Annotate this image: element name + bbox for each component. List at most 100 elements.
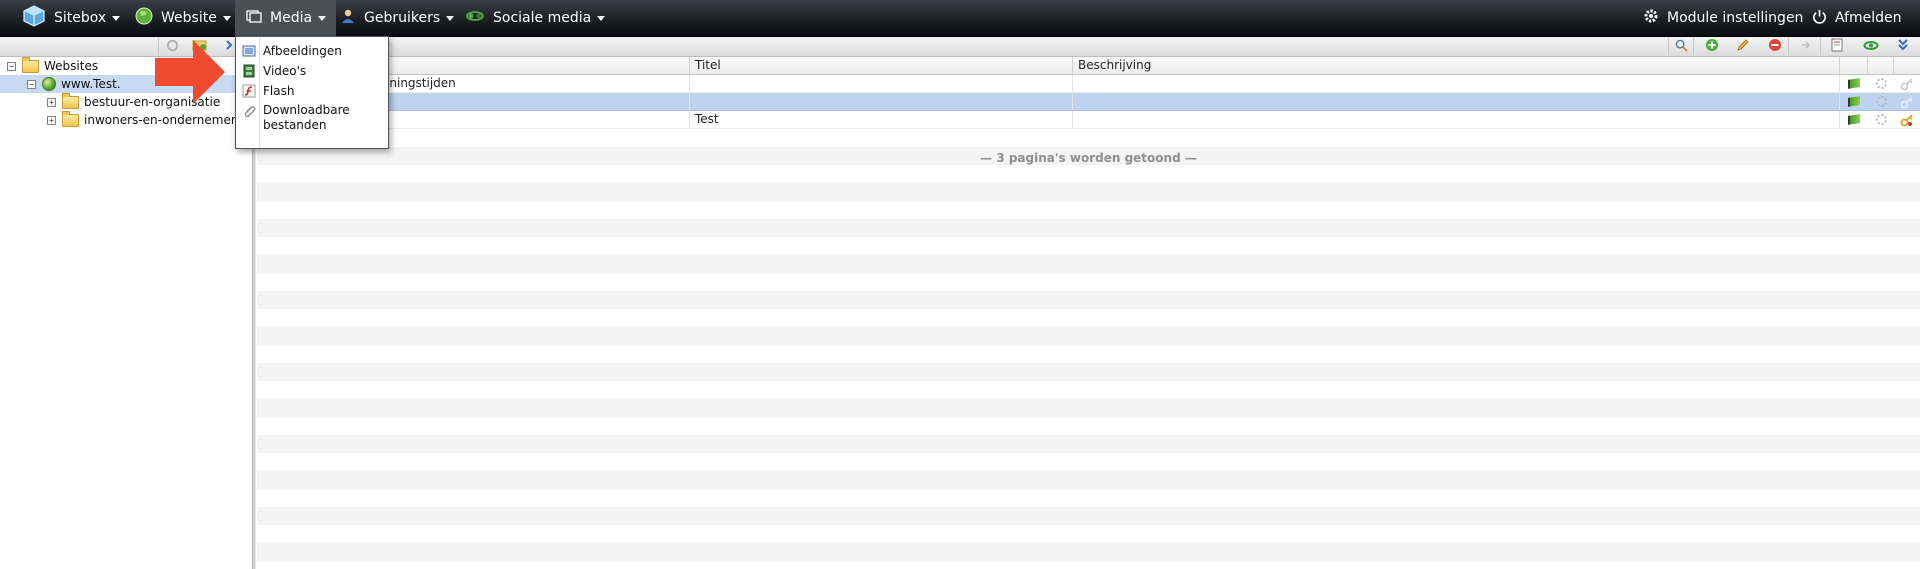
collapse-icon[interactable]: −	[7, 61, 16, 71]
key-icon[interactable]	[1899, 94, 1915, 109]
media-icon	[246, 8, 262, 28]
nav-sociale-media[interactable]: Sociale media	[465, 0, 606, 36]
menu-item-videos[interactable]: Video's	[236, 61, 388, 81]
image-icon	[242, 44, 256, 58]
folder-icon	[22, 56, 39, 73]
cell-description	[1073, 111, 1840, 128]
chevron-down-icon	[318, 15, 327, 21]
menu-item-afbeeldingen[interactable]: Afbeeldingen	[236, 41, 388, 61]
nav-gebruikers-label: Gebruikers	[364, 10, 441, 26]
film-icon	[242, 64, 256, 78]
publish-flag-icon[interactable]	[1846, 94, 1862, 109]
settings-gear-icon[interactable]	[1873, 112, 1889, 127]
key-icon[interactable]	[1899, 76, 1915, 91]
table-row[interactable]: Test	[257, 111, 1920, 129]
publish-flag-icon[interactable]	[1846, 76, 1862, 91]
power-icon	[1812, 9, 1827, 28]
tree-item-label: Websites	[44, 59, 99, 73]
expand-icon[interactable]: +	[47, 115, 56, 125]
menu-item-label: Video's	[263, 64, 307, 78]
collapse-icon[interactable]: −	[27, 79, 36, 89]
column-header-action	[1868, 57, 1894, 74]
chevron-down-icon	[112, 15, 121, 21]
add-page-button[interactable]	[1703, 38, 1721, 55]
nav-gebruikers[interactable]: Gebruikers	[340, 0, 455, 36]
nav-website[interactable]: Website	[135, 0, 231, 36]
column-header-action	[1840, 57, 1868, 74]
settings-gear-icon[interactable]	[1873, 76, 1889, 91]
expand-icon[interactable]: +	[47, 97, 56, 107]
toolbar-divider	[1693, 38, 1694, 55]
globe-icon	[135, 7, 153, 29]
nav-sitebox-label: Sitebox	[54, 10, 107, 26]
menu-item-label: Afbeeldingen	[263, 44, 342, 58]
double-chevron-down-icon	[1897, 38, 1909, 55]
table-row[interactable]	[257, 93, 1920, 111]
cell-description	[1073, 93, 1840, 110]
table-row[interactable]: eningstijden	[257, 75, 1920, 93]
delete-icon	[1768, 38, 1782, 55]
tree-item-label: inwoners-en-ondernemers	[84, 113, 243, 127]
column-header-beschrijving[interactable]: Beschrijving	[1073, 57, 1840, 74]
social-icon	[465, 8, 485, 28]
nav-sitebox[interactable]: Sitebox	[22, 0, 121, 36]
key-icon[interactable]	[1899, 112, 1915, 127]
toolbar-divider	[1788, 38, 1789, 55]
tree-item-folder[interactable]: + inwoners-en-ondernemers	[47, 110, 243, 129]
site-tree: − Websites − www.Test. + bestuur-en-orga…	[0, 56, 252, 569]
users-icon	[340, 8, 356, 28]
delete-page-button[interactable]	[1766, 38, 1784, 55]
page-count-note: — 3 pagina's worden getoond —	[980, 151, 1197, 165]
chevron-down-icon	[597, 15, 606, 21]
toolbar-divider	[1668, 38, 1669, 55]
pencil-icon	[1736, 38, 1750, 55]
column-header-titel[interactable]: Titel	[690, 57, 1073, 74]
tree-item-websites[interactable]: − Websites	[7, 56, 99, 75]
toolbar-divider	[1820, 38, 1821, 55]
globe-icon	[42, 77, 56, 91]
media-dropdown-menu: Afbeeldingen Video's Flash Downloadbare …	[235, 36, 389, 149]
paperclip-icon	[242, 104, 256, 118]
add-icon	[1705, 38, 1719, 55]
annotation-arrow-icon	[155, 40, 225, 104]
chevron-down-icon	[222, 15, 231, 21]
page-properties-button[interactable]	[1828, 38, 1846, 55]
cell-title: Test	[690, 111, 1073, 128]
nav-sociale-media-label: Sociale media	[493, 10, 592, 26]
cell-title	[690, 93, 1073, 110]
publish-flag-icon[interactable]	[1846, 112, 1862, 127]
pages-grid: Titel Beschrijving eningstijden Test — 3…	[257, 57, 1920, 569]
afmelden-label: Afmelden	[1835, 10, 1902, 26]
module-instellingen-button[interactable]: Module instellingen	[1643, 0, 1803, 36]
menu-item-label: Flash	[263, 84, 295, 98]
menu-item-downloadbare-bestanden[interactable]: Downloadbare bestanden	[236, 103, 388, 143]
folder-icon	[62, 110, 79, 127]
move-page-button[interactable]	[1797, 38, 1815, 55]
search-button[interactable]	[1672, 38, 1690, 55]
nav-website-label: Website	[161, 10, 217, 26]
chevron-down-icon	[446, 15, 455, 21]
edit-page-button[interactable]	[1734, 38, 1752, 55]
cell-description	[1073, 75, 1840, 92]
collapse-button[interactable]	[1894, 38, 1912, 55]
grid-header: Titel Beschrijving	[257, 57, 1920, 75]
menu-item-label: Downloadbare bestanden	[263, 103, 350, 132]
afmelden-button[interactable]: Afmelden	[1812, 0, 1902, 36]
cell-title	[690, 75, 1073, 92]
sync-button[interactable]	[1862, 38, 1880, 55]
folder-icon	[62, 92, 79, 109]
search-icon	[1675, 39, 1688, 55]
flash-icon	[242, 84, 256, 98]
nav-media-label: Media	[270, 10, 313, 26]
document-icon	[1831, 38, 1843, 55]
nav-media[interactable]: Media	[235, 0, 337, 36]
cube-icon	[22, 4, 46, 32]
arrow-right-icon	[1800, 39, 1812, 54]
menu-item-flash[interactable]: Flash	[236, 81, 388, 101]
gear-icon	[1643, 8, 1659, 28]
tree-item-label: www.Test.	[61, 77, 121, 91]
top-nav-bar: Sitebox Website Media Gebruikers Sociale…	[0, 0, 1920, 37]
settings-gear-icon[interactable]	[1873, 94, 1889, 109]
sync-icon	[1863, 39, 1879, 55]
module-instellingen-label: Module instellingen	[1667, 10, 1804, 26]
